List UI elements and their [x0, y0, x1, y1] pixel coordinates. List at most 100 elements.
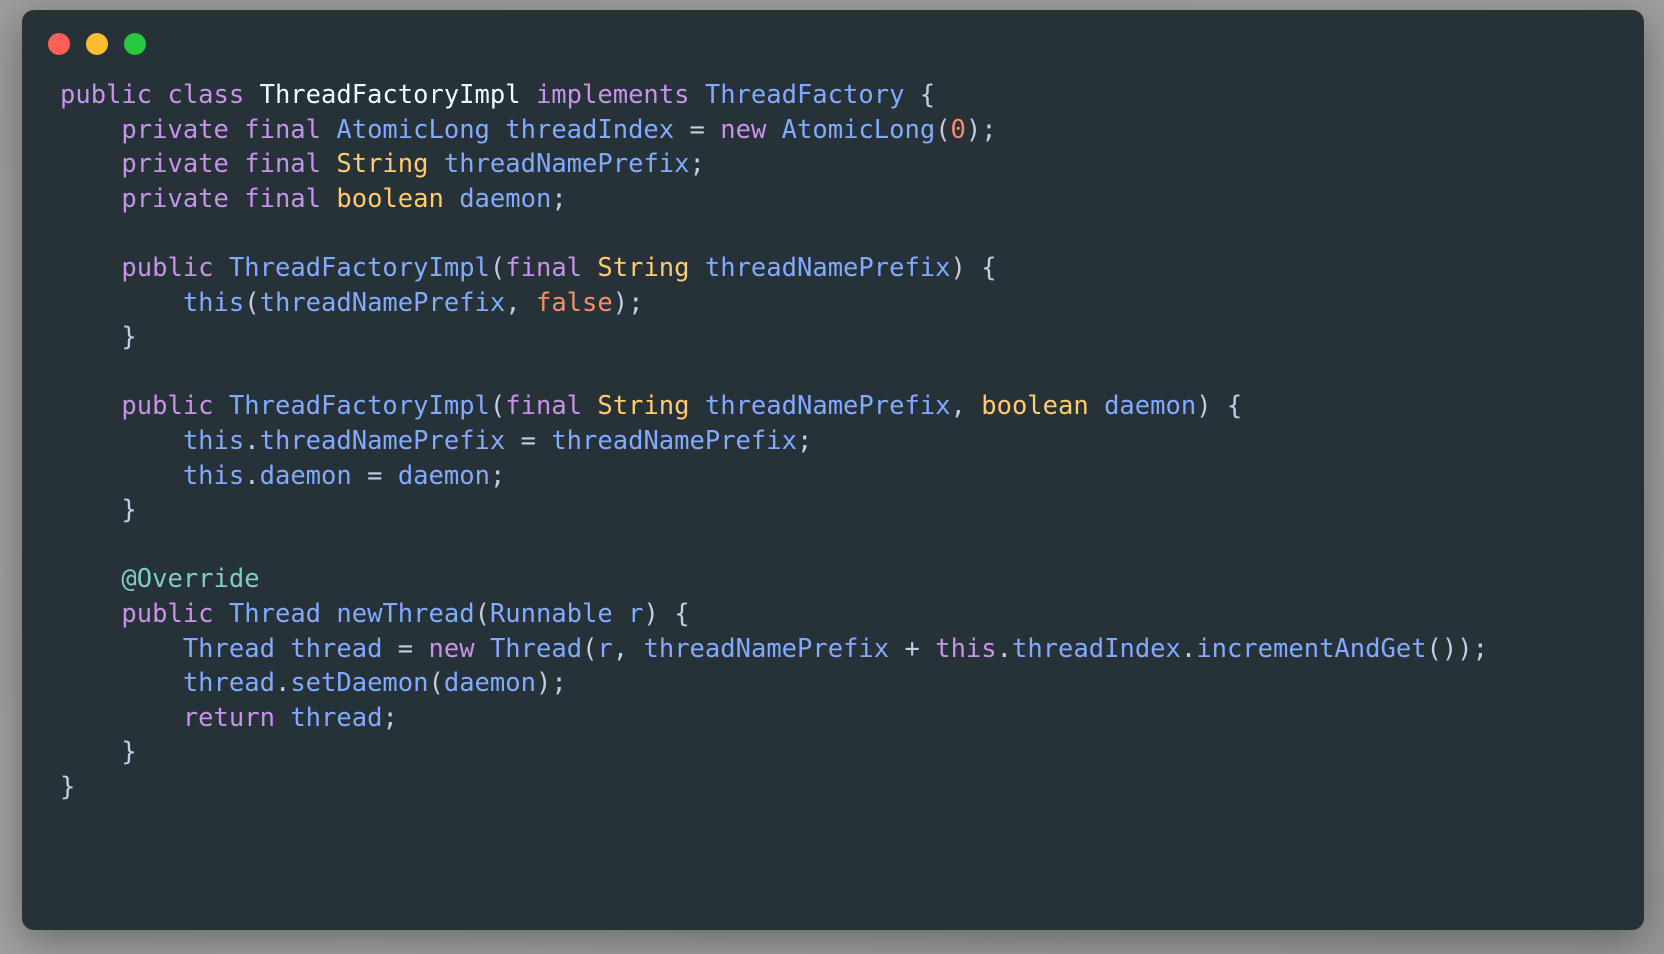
- code-line: public class ThreadFactoryImpl implement…: [60, 78, 1644, 113]
- code-token: String: [336, 149, 429, 180]
- code-token: final: [244, 114, 322, 145]
- code-token: }: [121, 495, 137, 526]
- code-block[interactable]: public class ThreadFactoryImpl implement…: [22, 78, 1644, 804]
- code-token: implements: [535, 80, 690, 110]
- code-token: (: [474, 598, 490, 629]
- code-token: daemon: [443, 668, 536, 699]
- code-token: .: [1180, 633, 1197, 664]
- code-token: .: [996, 633, 1012, 664]
- code-token: private: [121, 114, 229, 145]
- code-token: ): [612, 287, 629, 318]
- code-token: threadNamePrefix: [704, 252, 951, 283]
- code-line: @Override: [60, 562, 1644, 597]
- code-token: .: [244, 425, 260, 456]
- code-line: public Thread newThread(Runnable r) {: [60, 597, 1644, 632]
- code-token: Runnable: [489, 598, 613, 629]
- code-token: ;: [796, 425, 813, 456]
- minimize-window-button[interactable]: [86, 33, 108, 55]
- code-token: }: [121, 737, 137, 768]
- code-token: ;: [489, 460, 506, 491]
- code-token: .: [274, 668, 291, 699]
- window-titlebar: [22, 10, 1644, 78]
- code-line: this(threadNamePrefix, false);: [60, 286, 1644, 321]
- code-token: AtomicLong: [336, 114, 490, 145]
- code-token: AtomicLong: [781, 114, 936, 145]
- code-line: }: [60, 320, 1644, 355]
- code-token: ;: [551, 183, 567, 214]
- code-token: ;: [382, 702, 398, 733]
- code-line: private final boolean daemon;: [60, 182, 1644, 217]
- maximize-window-button[interactable]: [124, 33, 146, 55]
- code-token: r: [628, 598, 644, 629]
- code-line: }: [60, 735, 1644, 770]
- code-line: return thread;: [60, 701, 1644, 736]
- code-token: @Override: [121, 564, 260, 595]
- code-token: final: [505, 252, 583, 283]
- code-token: .: [244, 460, 260, 491]
- code-token: {: [674, 598, 690, 629]
- code-token: Thread: [489, 633, 583, 664]
- code-token: threadNamePrefix: [259, 287, 506, 318]
- code-token: threadNamePrefix: [704, 391, 951, 422]
- code-token: ): [643, 598, 659, 629]
- code-token: 0: [950, 114, 966, 145]
- code-line: }: [60, 770, 1644, 805]
- code-token: ): [535, 668, 552, 699]
- code-line: private final AtomicLong threadIndex = n…: [60, 113, 1644, 148]
- code-token: return: [182, 702, 275, 733]
- code-token: String: [597, 252, 690, 283]
- code-token: thread: [290, 633, 383, 664]
- code-line: Thread thread = new Thread(r, threadName…: [60, 632, 1644, 667]
- code-token: ;: [1472, 633, 1488, 664]
- code-token: daemon: [259, 460, 352, 491]
- code-token: (: [935, 114, 951, 145]
- code-token: {: [1226, 391, 1243, 422]
- code-token: threadNamePrefix: [443, 149, 690, 180]
- code-token: threadNamePrefix: [259, 425, 506, 456]
- code-token: =: [397, 633, 414, 664]
- code-token: private: [121, 183, 229, 214]
- code-token: threadNamePrefix: [551, 425, 797, 456]
- code-token: =: [689, 114, 705, 145]
- code-token: threadIndex: [505, 114, 675, 145]
- code-token: ): [950, 252, 966, 283]
- code-token: ThreadFactoryImpl: [259, 80, 521, 110]
- code-token: ): [965, 114, 982, 145]
- code-token: String: [597, 391, 690, 422]
- code-token: new: [428, 633, 475, 664]
- code-token: threadIndex: [1012, 633, 1181, 664]
- code-token: Thread: [228, 598, 322, 629]
- code-line: public ThreadFactoryImpl(final String th…: [60, 251, 1644, 286]
- close-window-button[interactable]: [48, 33, 70, 55]
- code-token: (: [489, 391, 506, 422]
